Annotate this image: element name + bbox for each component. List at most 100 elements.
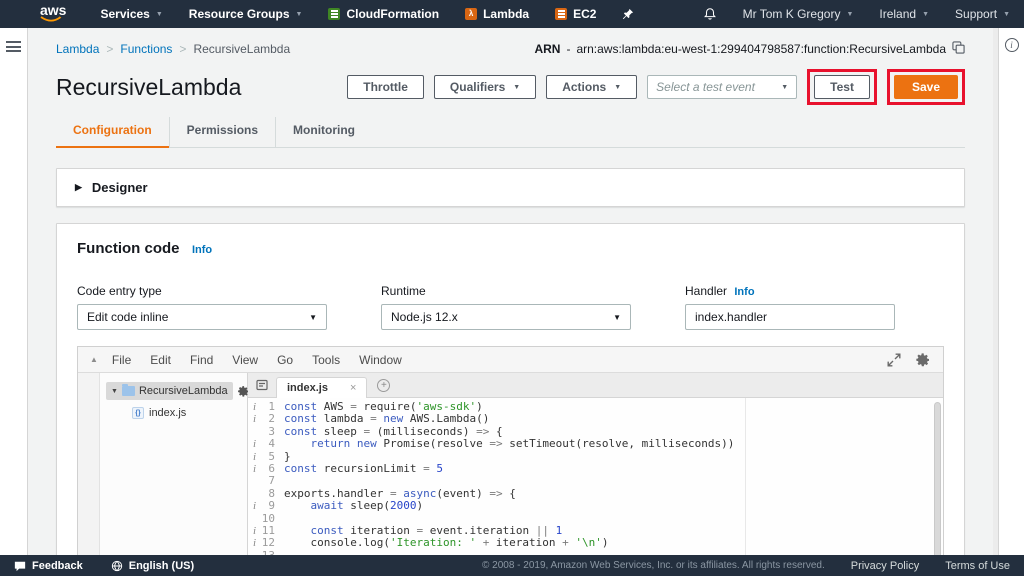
pin-icon[interactable]	[622, 8, 634, 20]
feedback-label: Feedback	[32, 560, 83, 572]
support-label: Support	[955, 7, 997, 21]
tab-list-icon[interactable]	[256, 379, 268, 391]
new-tab-icon[interactable]: +	[377, 379, 390, 392]
handler-info-link[interactable]: Info	[734, 286, 754, 298]
breadcrumb-lambda[interactable]: Lambda	[56, 42, 99, 56]
cloudformation-icon	[328, 8, 340, 20]
test-button[interactable]: Test	[814, 75, 870, 99]
test-event-select[interactable]: Select a test event▼	[647, 75, 797, 99]
gutter-cell: 3	[248, 426, 284, 438]
code-line[interactable]: 13	[248, 550, 943, 555]
nav-support-menu[interactable]: Support▼	[955, 7, 1010, 21]
line-number: 7	[261, 475, 284, 487]
nav-region-menu[interactable]: Ireland▼	[879, 7, 929, 21]
tab-monitoring[interactable]: Monitoring	[275, 117, 372, 148]
arn-label: ARN	[534, 42, 560, 56]
test-label: Test	[830, 80, 854, 94]
runtime-select[interactable]: Node.js 12.x▼	[381, 304, 631, 330]
handler-input[interactable]	[685, 304, 895, 330]
breadcrumb-functions[interactable]: Functions	[120, 42, 172, 56]
nav-resource-groups[interactable]: Resource Groups▼	[189, 7, 303, 21]
language-label: English (US)	[129, 560, 194, 572]
aws-logo[interactable]: aws	[40, 5, 66, 23]
help-info-icon[interactable]: i	[1005, 38, 1019, 52]
terms-of-use-link[interactable]: Terms of Use	[945, 560, 1010, 572]
chevron-down-icon: ▼	[156, 11, 163, 18]
gutter-cell: i5	[248, 451, 284, 463]
account-name-label: Mr Tom K Gregory	[743, 7, 841, 21]
lint-info-icon[interactable]: i	[248, 463, 261, 475]
lambda-icon: λ	[465, 8, 477, 20]
qualifiers-dropdown[interactable]: Qualifiers▼	[434, 75, 536, 99]
gutter-cell: i2	[248, 413, 284, 425]
code-line[interactable]: i4 return new Promise(resolve => setTime…	[248, 438, 943, 450]
chevron-down-icon: ▼	[296, 11, 303, 18]
nav-shortcut-lambda[interactable]: λ Lambda	[465, 7, 529, 21]
feedback-button[interactable]: Feedback	[14, 560, 83, 572]
copy-arn-icon[interactable]	[952, 41, 965, 57]
designer-section-toggle[interactable]: ▶ Designer	[56, 168, 965, 207]
chevron-down-icon: ▼	[922, 11, 929, 18]
function-code-info-link[interactable]: Info	[192, 244, 212, 256]
language-selector[interactable]: English (US)	[111, 560, 194, 572]
line-number: 12	[261, 537, 284, 549]
gutter-spacer	[248, 550, 261, 555]
actions-dropdown[interactable]: Actions▼	[546, 75, 637, 99]
lint-info-icon[interactable]: i	[248, 438, 261, 450]
code-text: const recursionLimit = 5	[284, 463, 443, 475]
lint-info-icon[interactable]: i	[248, 451, 261, 463]
nav-shortcut-cloudformation[interactable]: CloudFormation	[328, 7, 439, 21]
nav-cloudformation-label: CloudFormation	[346, 7, 439, 21]
menu-item-window[interactable]: Window	[359, 353, 402, 367]
editor-settings-gear-icon[interactable]	[915, 352, 931, 368]
lint-info-icon[interactable]: i	[248, 401, 261, 413]
gutter-cell: i4	[248, 438, 284, 450]
tab-permissions[interactable]: Permissions	[169, 117, 275, 148]
code-entry-type-value: Edit code inline	[87, 310, 168, 324]
lint-info-icon[interactable]: i	[248, 413, 261, 425]
menu-item-find[interactable]: Find	[190, 353, 213, 367]
nav-shortcut-ec2[interactable]: EC2	[555, 7, 596, 21]
menu-item-tools[interactable]: Tools	[312, 353, 340, 367]
code-area[interactable]: i1const AWS = require('aws-sdk')i2const …	[248, 398, 943, 555]
gutter-spacer	[248, 513, 261, 525]
menu-item-edit[interactable]: Edit	[150, 353, 171, 367]
tree-file-indexjs[interactable]: {} index.js	[100, 407, 247, 419]
save-button[interactable]: Save	[894, 75, 958, 99]
designer-section-label: Designer	[92, 180, 148, 195]
privacy-policy-link[interactable]: Privacy Policy	[851, 560, 919, 572]
top-nav-bar: aws Services▼ Resource Groups▼ CloudForm…	[0, 0, 1024, 28]
notifications-bell-icon[interactable]	[703, 7, 717, 21]
hamburger-menu-icon[interactable]	[6, 41, 21, 52]
editor-vertical-scrollbar[interactable]	[934, 402, 941, 555]
nav-lambda-label: Lambda	[483, 7, 529, 21]
code-text: console.log('Iteration: ' + iteration + …	[284, 537, 609, 549]
nav-account-menu[interactable]: Mr Tom K Gregory▼	[743, 7, 854, 21]
throttle-button[interactable]: Throttle	[347, 75, 424, 99]
lint-info-icon[interactable]: i	[248, 537, 261, 549]
header-actions: Throttle Qualifiers▼ Actions▼ Select a t…	[347, 69, 965, 105]
menu-item-view[interactable]: View	[232, 353, 258, 367]
code-line[interactable]: i9 await sleep(2000)	[248, 500, 943, 512]
editor-tab-indexjs[interactable]: index.js ×	[276, 377, 367, 398]
tree-folder-row: ▼ RecursiveLambda ▼	[106, 382, 241, 400]
breadcrumb-separator: >	[179, 42, 186, 56]
code-line[interactable]: i12 console.log('Iteration: ' + iteratio…	[248, 537, 943, 549]
footer-right: © 2008 - 2019, Amazon Web Services, Inc.…	[482, 560, 1010, 572]
menu-item-file[interactable]: File	[112, 353, 131, 367]
lint-info-icon[interactable]: i	[248, 525, 261, 537]
menu-item-go[interactable]: Go	[277, 353, 293, 367]
qualifiers-label: Qualifiers	[450, 80, 505, 94]
close-tab-icon[interactable]: ×	[350, 382, 356, 394]
gutter-cell: i12	[248, 537, 284, 549]
code-line[interactable]: i6const recursionLimit = 5	[248, 463, 943, 475]
fullscreen-icon[interactable]	[887, 353, 901, 367]
print-margin-line	[745, 398, 746, 555]
nav-services[interactable]: Services▼	[100, 7, 162, 21]
tree-folder-recursivelambda[interactable]: ▼ RecursiveLambda	[106, 382, 233, 400]
tab-configuration[interactable]: Configuration	[56, 117, 169, 148]
lint-info-icon[interactable]: i	[248, 500, 261, 512]
code-entry-type-select[interactable]: Edit code inline▼	[77, 304, 327, 330]
environment-strip[interactable]: Environment	[78, 373, 100, 555]
collapse-editor-icon[interactable]: ▲	[90, 355, 98, 364]
